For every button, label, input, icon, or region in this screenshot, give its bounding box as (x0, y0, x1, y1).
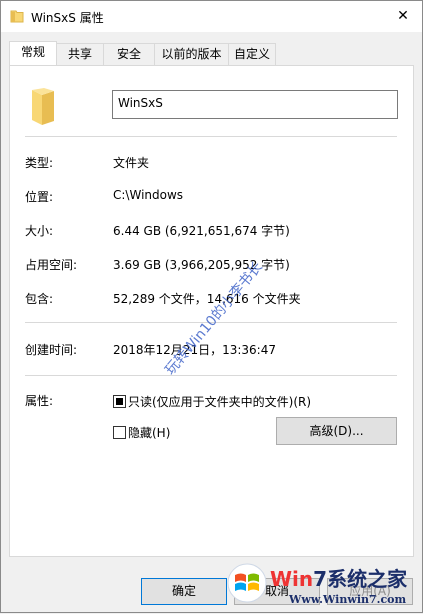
folder-name-input[interactable]: WinSxS (112, 90, 398, 119)
divider (25, 375, 397, 376)
logo-title: Win7系统之家 (270, 567, 408, 591)
tab-sharing[interactable]: 共享 (56, 43, 104, 65)
type-value: 文件夹 (113, 156, 150, 170)
readonly-checkbox[interactable] (113, 395, 126, 408)
folder-icon (32, 88, 54, 125)
readonly-label[interactable]: 只读(仅应用于文件夹中的文件)(R) (128, 393, 311, 410)
tab-previous-versions[interactable]: 以前的版本 (154, 43, 229, 65)
advanced-button[interactable]: 高级(D)... (276, 417, 397, 445)
size-on-disk-label: 占用空间: (25, 258, 78, 272)
tab-general[interactable]: 常规 (9, 41, 57, 65)
close-icon[interactable]: ✕ (392, 5, 414, 27)
location-label: 位置: (25, 190, 54, 204)
folder-icon (10, 10, 24, 23)
contains-value: 52,289 个文件，14,616 个文件夹 (113, 292, 301, 306)
tab-customize[interactable]: 自定义 (228, 43, 276, 65)
size-value: 6.44 GB (6,921,651,674 字节) (113, 224, 290, 238)
properties-window: WinSxS 属性 ✕ 常规 共享 安全 以前的版本 自定义 WinSxS 类型… (0, 0, 423, 613)
hidden-checkbox[interactable] (113, 426, 126, 439)
site-logo: Win7系统之家 Www.Winwin7.com (225, 557, 423, 614)
ok-button[interactable]: 确定 (141, 578, 227, 605)
tab-security[interactable]: 安全 (103, 43, 155, 65)
type-label: 类型: (25, 156, 54, 170)
title-bar: WinSxS 属性 ✕ (1, 1, 422, 32)
watermark-text: 玩转Win10的小李书长 (162, 259, 266, 379)
hidden-label[interactable]: 隐藏(H) (128, 424, 170, 441)
attributes-label: 属性: (25, 394, 54, 408)
general-panel: WinSxS 类型: 文件夹 位置: C:\Windows 大小: 6.44 G… (9, 65, 414, 557)
created-label: 创建时间: (25, 343, 78, 357)
windows-flag-icon (227, 563, 267, 603)
window-title: WinSxS 属性 (31, 11, 104, 25)
folder-name-value: WinSxS (118, 96, 163, 110)
logo-url: Www.Winwin7.com (289, 593, 407, 606)
divider (25, 136, 397, 137)
contains-label: 包含: (25, 292, 54, 306)
size-label: 大小: (25, 224, 54, 238)
location-value: C:\Windows (113, 188, 184, 202)
